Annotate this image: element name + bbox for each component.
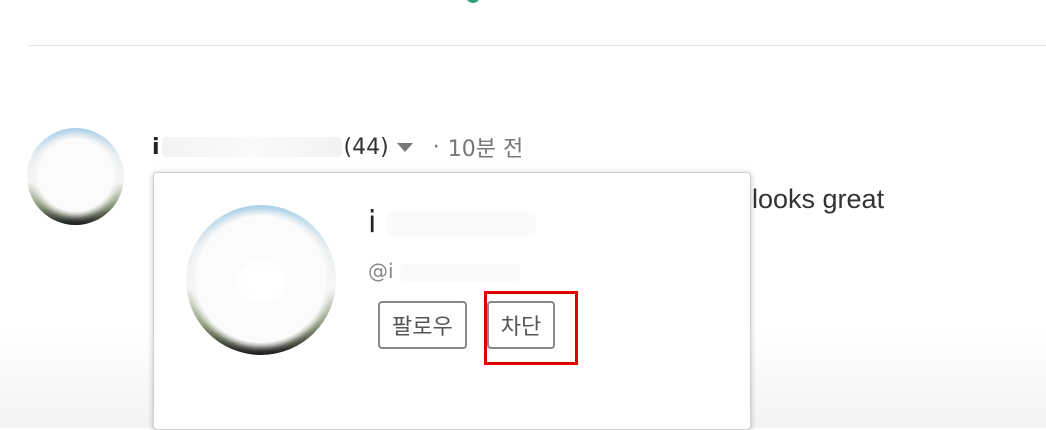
comment-author-avatar[interactable] [27,128,124,225]
profile-handle-text: @i [368,259,394,283]
follow-button[interactable]: 팔로우 [378,301,467,349]
profile-popup-card: i @i 팔로우 차단 [153,172,751,430]
block-button-highlight [484,291,578,365]
comment-author-name[interactable]: i [152,135,160,160]
comment-timestamp: 10분 전 [447,137,524,162]
profile-avatar[interactable] [186,205,336,355]
profile-handle-redacted [399,263,520,282]
comment-header: i (44) · 10분 전 [152,130,523,164]
profile-handle: @i [368,259,520,283]
profile-name-text: i [368,205,377,240]
comment-author-count: (44) [343,134,389,160]
profile-name-redacted [385,211,536,236]
comment-author-name-redacted [161,137,342,157]
meta-separator: · [432,134,440,160]
profile-name: i [368,205,536,240]
comment-body: looks great [752,184,885,214]
chevron-down-icon[interactable] [396,142,413,152]
header-divider [28,45,1046,46]
tab-indicator [466,0,480,3]
